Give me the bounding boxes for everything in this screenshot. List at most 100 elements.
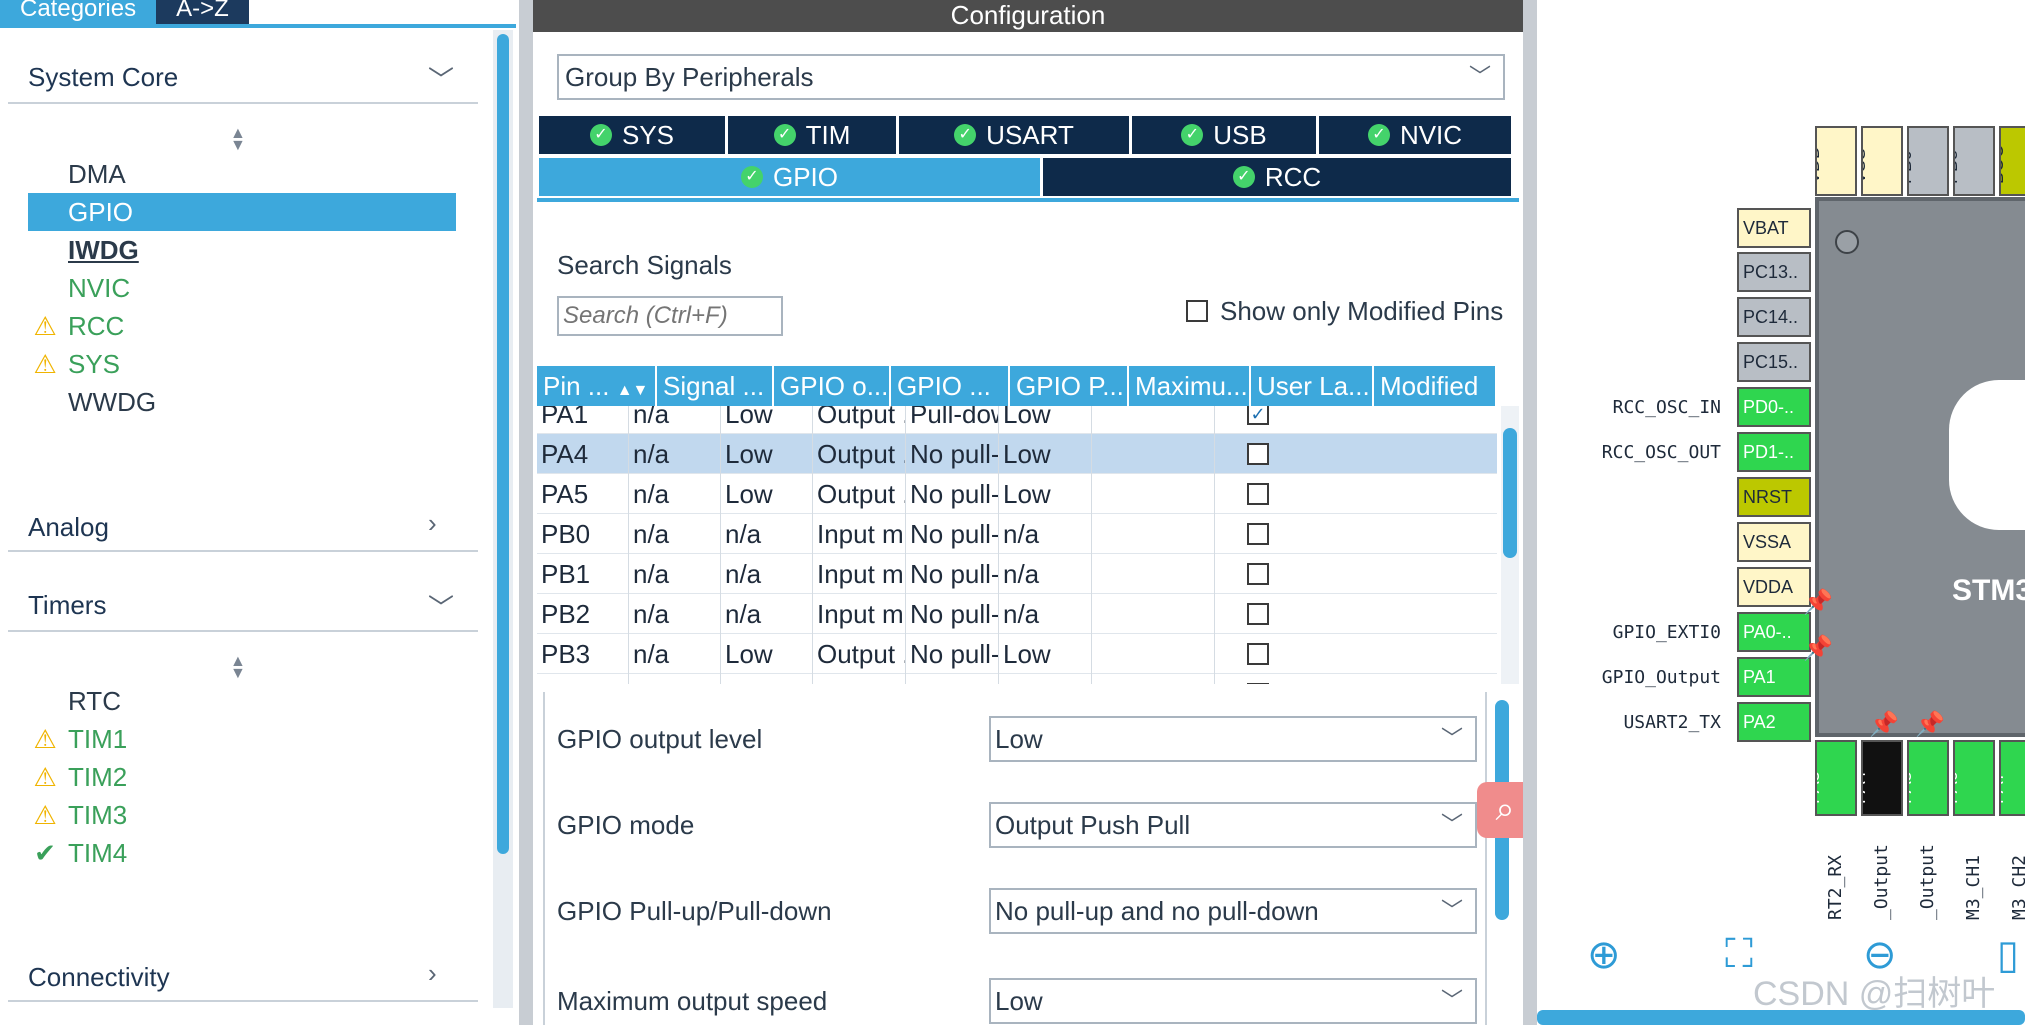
- chevron-right-icon[interactable]: ›: [428, 508, 437, 539]
- export-icon[interactable]: ▯: [1997, 932, 2019, 978]
- column-header-max-speed[interactable]: Maximu...: [1129, 366, 1251, 406]
- pin-label: PB9: [1907, 149, 1915, 184]
- pushpin-icon: 📌: [1803, 589, 1833, 616]
- table-row[interactable]: PB1 n/a n/a Input m... No pull-... n/a: [537, 554, 1497, 594]
- cell-speed: n/a: [999, 554, 1092, 594]
- pin-left[interactable]: PD0-..: [1737, 387, 1811, 427]
- pin-left[interactable]: PC13..: [1737, 252, 1811, 292]
- column-header-signal[interactable]: Signal ...: [657, 366, 774, 406]
- pin-left[interactable]: PA1: [1737, 657, 1811, 697]
- scrollbar-horizontal[interactable]: [1537, 1010, 2025, 1025]
- sort-icon[interactable]: ▲ ▼: [230, 126, 246, 154]
- pin-left[interactable]: NRST: [1737, 477, 1811, 517]
- pin-top[interactable]: PB8: [1953, 126, 1995, 196]
- table-row[interactable]: PB2 n/a n/a Input m... No pull-... n/a: [537, 594, 1497, 634]
- modified-checkbox[interactable]: [1247, 523, 1269, 545]
- sidebar-item-tim2[interactable]: ⚠ TIM2: [28, 758, 456, 796]
- pin-left[interactable]: VSSA: [1737, 522, 1811, 562]
- modified-checkbox[interactable]: [1247, 483, 1269, 505]
- chevron-down-icon[interactable]: ﹀: [428, 60, 454, 97]
- chevron-right-icon[interactable]: ›: [428, 958, 437, 989]
- category-connectivity[interactable]: Connectivity: [28, 962, 170, 993]
- pin-left[interactable]: VBAT: [1737, 208, 1811, 248]
- tab-usart[interactable]: ✓ USART: [899, 116, 1129, 154]
- fit-screen-icon[interactable]: ⛶: [1725, 932, 1753, 977]
- pin-bottom[interactable]: PA6: [1953, 740, 1995, 816]
- table-row[interactable]: PB3 n/a Low Output ... No pull-... Low: [537, 634, 1497, 674]
- sidebar-item-rcc[interactable]: ⚠ RCC: [28, 307, 456, 345]
- tab-rcc[interactable]: ✓ RCC: [1043, 158, 1511, 196]
- sidebar-item-sys[interactable]: ⚠ SYS: [28, 345, 456, 383]
- pin-left[interactable]: PC14..: [1737, 297, 1811, 337]
- sidebar-item-wwdg[interactable]: WWDG: [28, 383, 456, 421]
- pull-select[interactable]: No pull-up and no pull-down ﹀: [989, 888, 1477, 934]
- sidebar-item-iwdg[interactable]: IWDG: [28, 231, 456, 269]
- divider: [8, 1000, 478, 1002]
- pin-bottom[interactable]: PA7: [1999, 740, 2025, 816]
- scrollbar-thumb[interactable]: [1503, 428, 1517, 558]
- column-header-user-label[interactable]: User La...: [1251, 366, 1374, 406]
- cell-user-label: [1092, 434, 1215, 474]
- max-speed-select[interactable]: Low ﹀: [989, 978, 1477, 1024]
- table-row[interactable]: PB4 n/a Low Output ... No pull-... Low: [537, 674, 1497, 684]
- column-header-gpio-pull[interactable]: GPIO P...: [1010, 366, 1129, 406]
- tab-usb[interactable]: ✓ USB: [1132, 116, 1316, 154]
- signal-label: M3_CH1: [1953, 830, 1997, 920]
- modified-checkbox[interactable]: [1247, 603, 1269, 625]
- pin-left[interactable]: PD1-..: [1737, 432, 1811, 472]
- table-row[interactable]: PA5 n/a Low Output ... No pull-... Low: [537, 474, 1497, 514]
- chevron-down-icon[interactable]: ﹀: [428, 588, 454, 625]
- tab-sys[interactable]: ✓ SYS: [539, 116, 725, 154]
- sidebar-item-dma[interactable]: DMA: [28, 155, 456, 193]
- panel-splitter[interactable]: [1523, 0, 1537, 1025]
- modified-checkbox[interactable]: [1247, 643, 1269, 665]
- search-input[interactable]: [557, 296, 783, 336]
- pin-bottom[interactable]: PA5: [1907, 740, 1949, 816]
- column-header-gpio-output[interactable]: GPIO o...: [774, 366, 891, 406]
- modified-checkbox[interactable]: ✓: [1247, 403, 1269, 425]
- column-header-modified[interactable]: Modified: [1374, 366, 1497, 406]
- group-by-select[interactable]: Group By Peripherals ﹀: [557, 54, 1505, 100]
- category-analog[interactable]: Analog: [28, 512, 109, 543]
- sidebar-item-rtc[interactable]: RTC: [28, 682, 456, 720]
- scrollbar-thumb[interactable]: [497, 34, 509, 854]
- pin-left[interactable]: PA0-..: [1737, 612, 1811, 652]
- pin-top[interactable]: PB9: [1907, 126, 1949, 196]
- pin-left[interactable]: PA2: [1737, 702, 1811, 742]
- pin-left[interactable]: VDDA: [1737, 567, 1811, 607]
- sidebar-item-tim1[interactable]: ⚠ TIM1: [28, 720, 456, 758]
- modified-checkbox[interactable]: [1247, 443, 1269, 465]
- category-timers[interactable]: Timers: [28, 590, 106, 621]
- sidebar-item-tim4[interactable]: ✔ TIM4: [28, 834, 456, 872]
- sort-icon[interactable]: ▲ ▼: [230, 654, 246, 682]
- pin-left[interactable]: PC15..: [1737, 342, 1811, 382]
- item-label: DMA: [68, 159, 126, 189]
- tab-categories[interactable]: Categories: [0, 0, 157, 26]
- modified-checkbox[interactable]: [1247, 563, 1269, 585]
- pin-bottom[interactable]: PA4: [1861, 740, 1903, 816]
- tab-tim[interactable]: ✓ TIM: [728, 116, 896, 154]
- sidebar-item-gpio[interactable]: GPIO: [28, 193, 456, 231]
- sidebar-item-tim3[interactable]: ⚠ TIM3: [28, 796, 456, 834]
- pin-top[interactable]: VDD: [1815, 126, 1857, 196]
- pin-top[interactable]: BOO: [1999, 126, 2025, 196]
- sidebar-item-nvic[interactable]: NVIC: [28, 269, 456, 307]
- pin-bottom[interactable]: PA3: [1815, 740, 1857, 816]
- tab-a-to-z[interactable]: A->Z: [156, 0, 249, 26]
- column-header-gpio-mode[interactable]: GPIO ...: [891, 366, 1010, 406]
- st-logo-icon: [1949, 380, 2025, 530]
- zoom-in-icon[interactable]: ⊕: [1587, 932, 1621, 978]
- modified-checkbox[interactable]: [1247, 683, 1269, 684]
- pin-top[interactable]: VSS: [1861, 126, 1903, 196]
- panel-splitter[interactable]: [519, 0, 533, 1025]
- tab-nvic[interactable]: ✓ NVIC: [1319, 116, 1511, 154]
- show-modified-checkbox[interactable]: [1186, 300, 1208, 322]
- column-header-pin[interactable]: Pin ... ▲▼: [537, 366, 657, 406]
- output-level-select[interactable]: Low ﹀: [989, 716, 1477, 762]
- gpio-mode-select[interactable]: Output Push Pull ﹀: [989, 802, 1477, 848]
- category-system-core[interactable]: System Core: [28, 62, 178, 93]
- table-row[interactable]: PA4 n/a Low Output ... No pull-... Low: [537, 434, 1497, 474]
- table-row[interactable]: PB0 n/a n/a Input m... No pull-... n/a: [537, 514, 1497, 554]
- signal-label: GPIO_EXTI0: [1612, 622, 1721, 643]
- tab-gpio[interactable]: ✓ GPIO: [539, 158, 1040, 196]
